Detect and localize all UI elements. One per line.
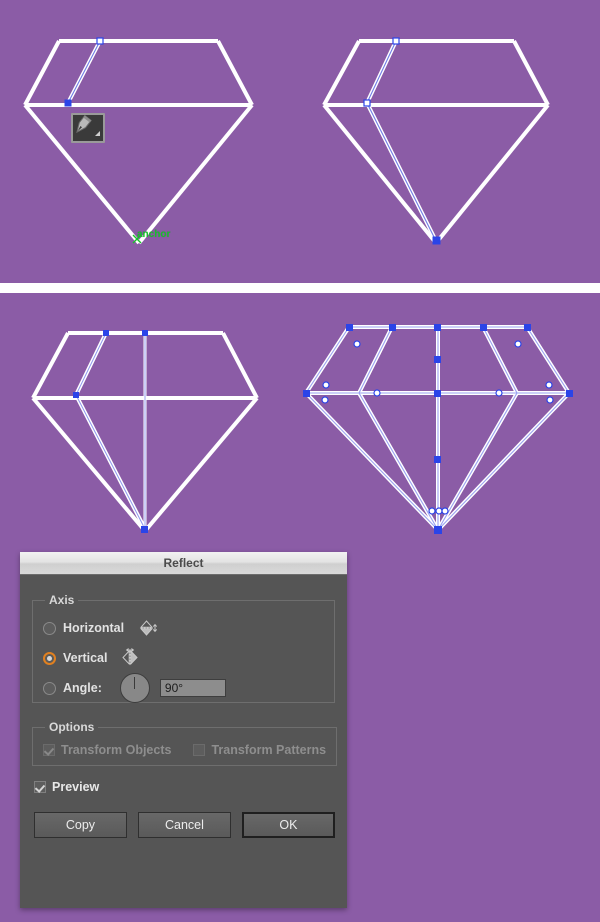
radio-horizontal-label: Horizontal [63,621,125,635]
canvas-panel-top: anchor [0,0,600,283]
radio-angle[interactable] [43,681,56,695]
dialog-button-row: Copy Cancel OK [34,812,335,838]
angle-dial-icon[interactable] [119,673,150,703]
radio-vertical-label: Vertical [63,651,108,665]
transform-patterns-label: Transform Patterns [211,743,327,757]
dialog-title: Reflect [163,556,204,570]
axis-option-angle[interactable]: Angle: [43,673,324,703]
options-group-legend: Options [49,720,95,734]
radio-vertical[interactable] [43,651,56,665]
axis-group-legend: Axis [49,593,75,607]
diamond-artwork-step4-selected[interactable] [300,293,600,573]
options-group: Options Transform Objects Transform Patt… [32,720,338,766]
screenshot-root: anchor Reflect Axis Horizontal Vertical … [0,0,600,922]
axis-option-horizontal[interactable]: Horizontal [43,613,324,643]
axis-group: Axis Horizontal Vertical Angle: 90° [32,593,335,703]
dialog-titlebar[interactable]: Reflect [20,552,347,575]
anchor-point-selected [141,526,148,533]
preview-check-icon[interactable] [34,781,46,793]
radio-angle-label: Angle: [63,681,102,695]
cancel-button[interactable]: Cancel [137,812,231,838]
anchor-point-selected [103,330,109,336]
anchor-point-selected [73,392,79,398]
radio-horizontal[interactable] [43,621,56,635]
diamond-artwork-step1[interactable] [0,0,300,283]
transform-patterns-check-icon[interactable] [193,744,206,756]
angle-input[interactable] [159,679,226,697]
diamond-artwork-step2[interactable] [300,0,600,283]
checkbox-transform-patterns[interactable]: Transform Patterns [193,743,326,757]
reflect-dialog[interactable]: Reflect Axis Horizontal Vertical Angle: … [20,552,347,908]
anchor-point-open [96,37,104,45]
dialog-body: Axis Horizontal Vertical Angle: 90° Opti… [20,575,347,909]
copy-button[interactable]: Copy [34,812,127,838]
anchor-point-open [363,99,371,107]
diamond-artwork-step3[interactable] [0,293,300,573]
options-row: Transform Objects Transform Patterns [43,740,326,760]
smart-guide-label: anchor [137,229,171,240]
anchor-point-selected [64,99,72,107]
anchor-point-open [392,37,400,45]
preview-label: Preview [52,780,100,794]
reflect-horizontal-icon [139,620,158,636]
anchor-point-selected [432,236,441,245]
transform-objects-check-icon[interactable] [43,744,55,756]
anchor-point-selected [142,330,148,336]
axis-option-vertical[interactable]: Vertical [43,643,324,673]
ok-button[interactable]: OK [241,812,335,838]
checkbox-transform-objects[interactable]: Transform Objects [43,743,171,757]
checkbox-preview[interactable]: Preview [34,780,335,794]
pen-tool-icon [71,113,105,143]
reflect-vertical-icon [122,648,139,666]
panel-divider [0,283,600,293]
transform-objects-label: Transform Objects [61,743,172,757]
